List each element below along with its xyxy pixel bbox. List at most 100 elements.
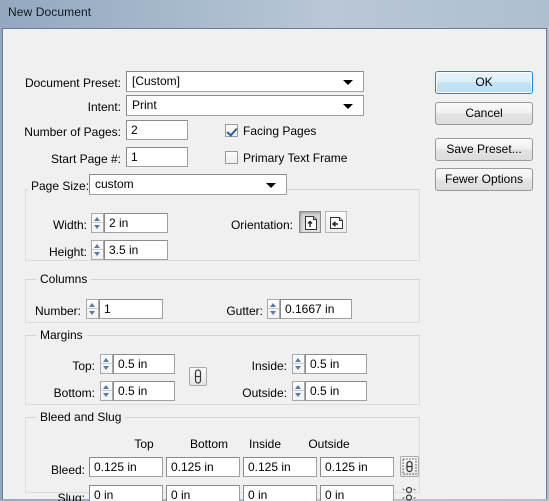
stepper-down-icon <box>89 311 95 315</box>
page-size-label: Page Size: <box>28 179 94 193</box>
window-title: New Document <box>8 5 92 19</box>
stepper-down-icon <box>103 366 109 370</box>
bleed-top-input[interactable]: 0.125 in <box>89 457 163 477</box>
stepper-down-icon <box>103 393 109 397</box>
bleed-col-header-outside: Outside <box>308 437 350 451</box>
slug-row-label: Slug: <box>57 491 85 501</box>
orientation-landscape-button[interactable] <box>325 211 347 233</box>
stepper-up-icon <box>270 303 276 307</box>
bleed-inside-input[interactable]: 0.125 in <box>243 457 317 477</box>
margins-top-label: Top: <box>72 359 95 373</box>
height-stepper[interactable] <box>91 240 104 260</box>
stepper-down-icon <box>94 252 100 256</box>
stepper-down-icon <box>270 311 276 315</box>
stepper-divider <box>101 390 112 391</box>
document-preset-label: Document Preset: <box>24 76 121 90</box>
slug-top-input[interactable]: 0 in <box>89 485 163 501</box>
chevron-down-icon <box>266 183 276 188</box>
bleed-and-slug-group-title: Bleed and Slug <box>36 410 126 424</box>
margins-inside-input[interactable]: 0.5 in <box>305 354 367 374</box>
document-preset-value: [Custom] <box>132 74 181 88</box>
stepper-divider <box>101 363 112 364</box>
stepper-down-icon <box>295 393 301 397</box>
bleed-col-header-inside: Inside <box>248 437 282 451</box>
stepper-up-icon <box>94 244 100 248</box>
slug-inside-input[interactable]: 0 in <box>243 485 317 501</box>
landscape-page-icon <box>330 217 343 229</box>
height-label: Height: <box>48 245 87 259</box>
stepper-divider <box>87 308 98 309</box>
document-preset-combo[interactable]: [Custom] <box>126 71 364 92</box>
slug-outside-input[interactable]: 0 in <box>320 485 394 501</box>
new-document-dialog: New Document Document Preset: [Custom] I… <box>0 0 549 501</box>
bleed-and-slug-group <box>25 417 420 493</box>
facing-pages-label: Facing Pages <box>243 124 317 138</box>
columns-group-title: Columns <box>36 272 92 286</box>
margins-outside-input[interactable]: 0.5 in <box>305 381 367 401</box>
orientation-portrait-button[interactable] <box>299 211 321 233</box>
start-page-label: Start Page #: <box>50 152 121 166</box>
stepper-up-icon <box>94 217 100 221</box>
stepper-up-icon <box>295 385 301 389</box>
fewer-options-button[interactable]: Fewer Options <box>435 168 533 191</box>
stepper-up-icon <box>295 358 301 362</box>
slug-link-button[interactable] <box>401 485 418 501</box>
margins-inside-stepper[interactable] <box>292 354 305 374</box>
page-size-value: custom <box>95 177 134 191</box>
bleed-outside-input[interactable]: 0.125 in <box>320 457 394 477</box>
stepper-divider <box>92 222 103 223</box>
stepper-down-icon <box>295 366 301 370</box>
margins-bottom-input[interactable]: 0.5 in <box>113 381 175 401</box>
stepper-up-icon <box>103 358 109 362</box>
slug-bottom-input[interactable]: 0 in <box>166 485 240 501</box>
chain-link-broken-icon <box>402 486 416 501</box>
stepper-up-icon <box>89 303 95 307</box>
columns-number-stepper[interactable] <box>86 299 99 319</box>
chevron-down-icon <box>343 80 353 85</box>
intent-value: Print <box>132 98 157 112</box>
columns-gutter-stepper[interactable] <box>267 299 280 319</box>
start-page-input[interactable]: 1 <box>126 147 188 167</box>
facing-pages-checkbox[interactable] <box>225 124 238 137</box>
margins-outside-stepper[interactable] <box>292 381 305 401</box>
margins-top-input[interactable]: 0.5 in <box>113 354 175 374</box>
title-bar[interactable]: New Document <box>0 0 549 28</box>
save-preset-button[interactable]: Save Preset... <box>435 138 533 161</box>
stepper-down-icon <box>94 225 100 229</box>
margins-bottom-stepper[interactable] <box>100 381 113 401</box>
number-of-pages-label: Number of Pages: <box>24 125 121 139</box>
margins-inside-label: Inside: <box>251 359 287 373</box>
dialog-client-area: Document Preset: [Custom] Intent: Print … <box>2 28 547 501</box>
margins-outside-label: Outside: <box>242 386 287 400</box>
stepper-divider <box>293 390 304 391</box>
cancel-button[interactable]: Cancel <box>435 102 533 125</box>
columns-number-label: Number: <box>34 304 81 318</box>
bleed-row-label: Bleed: <box>50 463 85 477</box>
intent-label: Intent: <box>87 100 121 114</box>
width-input[interactable]: 2 in <box>104 213 168 233</box>
margins-bottom-label: Bottom: <box>53 386 95 400</box>
orientation-label: Orientation: <box>230 218 293 232</box>
page-size-combo[interactable]: custom <box>89 174 287 195</box>
bleed-bottom-input[interactable]: 0.125 in <box>166 457 240 477</box>
primary-text-frame-checkbox[interactable] <box>225 151 238 164</box>
margins-top-stepper[interactable] <box>100 354 113 374</box>
bleed-link-button[interactable] <box>400 456 419 477</box>
portrait-page-icon <box>305 216 317 230</box>
primary-text-frame-label: Primary Text Frame <box>243 151 348 165</box>
stepper-divider <box>92 249 103 250</box>
columns-gutter-label: Gutter: <box>226 304 263 318</box>
stepper-divider <box>268 308 279 309</box>
height-input[interactable]: 3.5 in <box>104 240 168 260</box>
intent-combo[interactable]: Print <box>126 95 364 116</box>
width-stepper[interactable] <box>91 213 104 233</box>
ok-button[interactable]: OK <box>435 71 533 94</box>
stepper-divider <box>293 363 304 364</box>
margins-group-title: Margins <box>36 328 87 342</box>
chain-link-icon <box>402 458 417 475</box>
columns-gutter-input[interactable]: 0.1667 in <box>280 299 352 319</box>
stepper-up-icon <box>103 385 109 389</box>
bleed-col-header-top: Top <box>134 437 154 451</box>
width-label: Width: <box>52 218 87 232</box>
number-of-pages-input[interactable]: 2 <box>126 120 188 140</box>
